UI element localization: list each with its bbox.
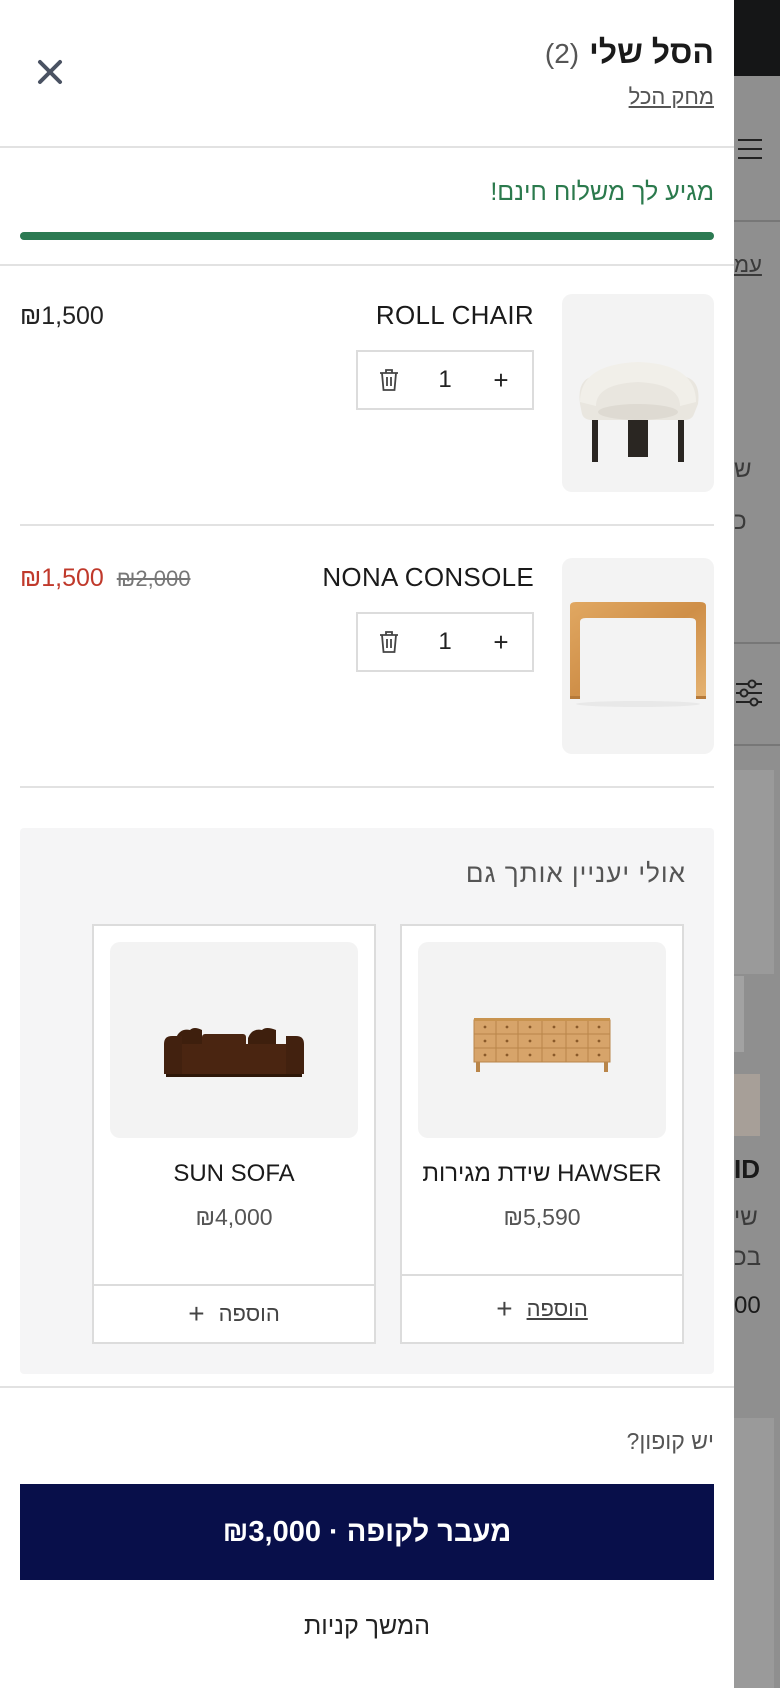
background-text: כ — [734, 508, 747, 535]
recommended-product-card[interactable]: HAWSER שידת מגירות ₪5,590 הוספה + — [400, 924, 684, 1344]
item-divider — [20, 786, 714, 788]
shipping-progress-bar — [20, 232, 714, 240]
trash-icon — [380, 369, 399, 391]
product-image[interactable] — [562, 294, 714, 492]
checkout-label: מעבר לקופה · ₪3,000 — [222, 1515, 512, 1548]
remove-item-button[interactable] — [376, 367, 402, 393]
hawser-dresser-image — [473, 1018, 611, 1072]
cart-item: ROLL CHAIR + 1 ₪1,500 — [20, 294, 714, 494]
trash-icon — [380, 631, 399, 653]
background-card — [734, 1074, 760, 1136]
product-name[interactable]: SUN SOFA — [94, 1160, 374, 1188]
clear-all-link[interactable]: מחק הכל — [629, 84, 714, 110]
increase-quantity-button[interactable]: + — [488, 365, 514, 396]
product-image[interactable] — [418, 942, 666, 1138]
background-text: ID — [734, 1154, 760, 1184]
cart-item: NONA CONSOLE + 1 ₪1,500 ₪2,000 — [20, 558, 714, 758]
background-divider — [734, 220, 780, 222]
filter-icon — [736, 679, 762, 707]
background-divider — [734, 642, 780, 644]
item-price-value: ₪1,500 — [20, 302, 104, 330]
plus-icon: + — [188, 1298, 205, 1329]
checkout-button[interactable]: מעבר לקופה · ₪3,000 — [20, 1484, 714, 1580]
background-card — [734, 976, 744, 1052]
item-divider — [20, 524, 714, 526]
background-divider — [734, 744, 780, 746]
nona-console-image — [570, 602, 706, 707]
shipping-message: מגיע לך משלוח חינם! — [490, 178, 714, 206]
cart-title-text: הסל שלי — [589, 34, 714, 70]
sale-price: ₪1,500 — [20, 564, 104, 592]
increase-quantity-button[interactable]: + — [488, 627, 514, 658]
add-label: הוספה — [526, 1296, 588, 1321]
product-name[interactable]: HAWSER שידת מגירות — [402, 1160, 682, 1188]
recommendations-section: אולי יעניין אותך גם HAWSER שידת מגירות ₪… — [20, 828, 714, 1374]
background-page: עמ ש כ ID שי בכ 00 — [734, 0, 780, 1688]
coupon-link[interactable]: יש קופון? — [627, 1428, 714, 1455]
quantity-value: 1 — [438, 628, 452, 655]
add-to-cart-button[interactable]: הוספה + — [402, 1274, 682, 1342]
quantity-value: 1 — [438, 366, 452, 393]
product-image[interactable] — [562, 558, 714, 754]
item-price: ₪1,500 ₪2,000 — [20, 564, 190, 593]
item-price: ₪1,500 — [20, 302, 104, 331]
recommended-product-card[interactable]: SUN SOFA ₪4,000 הוספה + — [92, 924, 376, 1344]
product-price: ₪5,590 — [503, 1204, 581, 1230]
plus-icon: + — [496, 1293, 513, 1324]
remove-item-button[interactable] — [376, 629, 402, 655]
cart-title: הסל שלי (2) — [545, 34, 714, 71]
background-text: עמ — [734, 252, 762, 277]
item-name[interactable]: ROLL CHAIR — [376, 300, 534, 331]
cart-drawer: הסל שלי (2) מחק הכל מגיע לך משלוח חינם! — [0, 0, 734, 1688]
add-label: הוספה — [218, 1301, 280, 1326]
hamburger-icon — [738, 132, 762, 166]
background-text: שי — [734, 1204, 758, 1231]
item-name[interactable]: NONA CONSOLE — [322, 562, 534, 593]
background-text: ש — [734, 456, 752, 483]
background-card — [734, 770, 774, 974]
cart-header: הסל שלי (2) מחק הכל — [0, 0, 734, 148]
cart-footer: יש קופון? מעבר לקופה · ₪3,000 המשך קניות — [0, 1386, 734, 1688]
recommendations-title: אולי יעניין אותך גם — [465, 858, 686, 888]
quantity-stepper: + 1 — [356, 612, 534, 672]
free-shipping-banner: מגיע לך משלוח חינם! — [0, 148, 734, 266]
continue-shopping-link[interactable]: המשך קניות — [0, 1612, 734, 1641]
add-to-cart-button[interactable]: הוספה + — [94, 1284, 374, 1342]
quantity-stepper: + 1 — [356, 350, 534, 410]
cart-count: (2) — [544, 38, 580, 69]
background-card — [734, 1418, 774, 1688]
sun-sofa-image — [164, 1028, 304, 1077]
product-price: ₪4,000 — [195, 1204, 273, 1230]
background-top-bar — [734, 0, 780, 76]
product-image[interactable] — [110, 942, 358, 1138]
roll-chair-image — [579, 362, 699, 462]
shipping-progress-fill — [20, 232, 714, 240]
background-text: בכ — [734, 1244, 761, 1271]
original-price: ₪2,000 — [116, 566, 191, 591]
close-button[interactable] — [30, 52, 70, 92]
close-icon — [38, 60, 62, 84]
background-text: 00 — [734, 1292, 761, 1319]
